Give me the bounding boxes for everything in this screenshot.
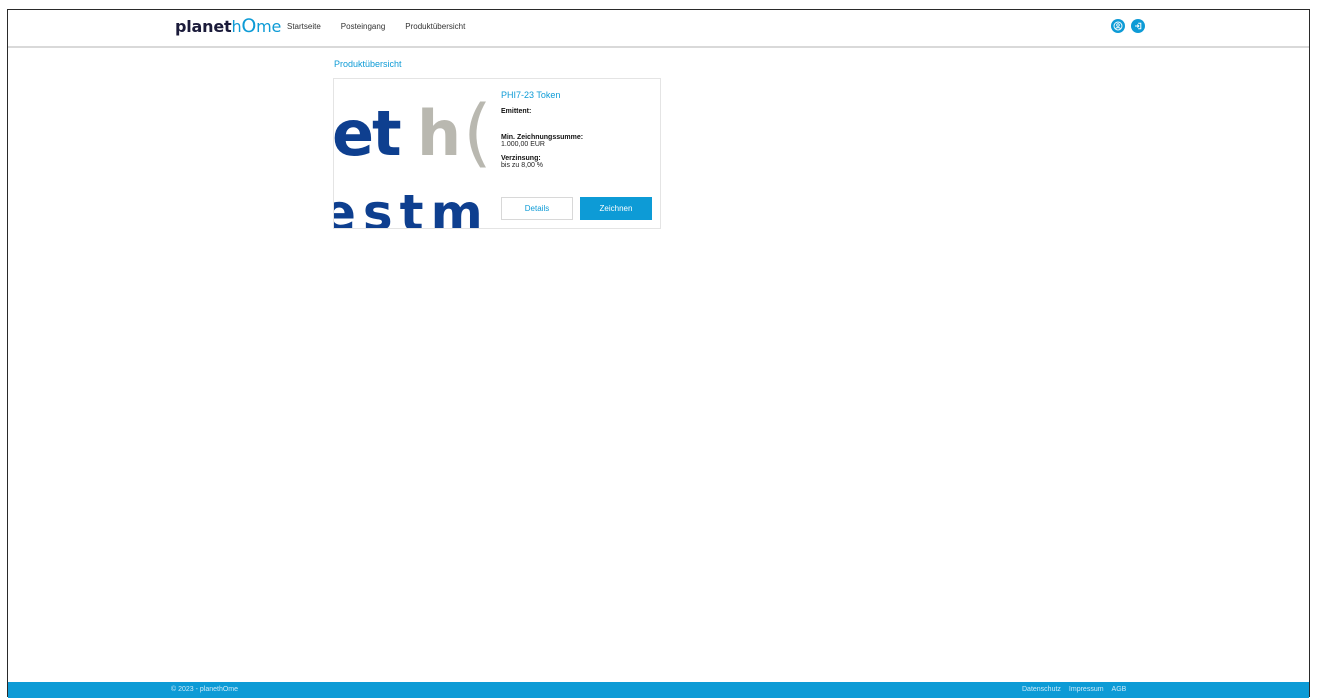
nav-posteingang[interactable]: Posteingang (341, 22, 385, 31)
interest-field: Verzinsung: bis zu 8,00 % (501, 155, 654, 169)
nav-produktuebersicht[interactable]: Produktübersicht (405, 22, 465, 31)
image-letter-h: h (417, 97, 461, 170)
brand-logo[interactable]: planethOme (175, 15, 282, 37)
app-window: planethOme Startseite Posteingang Produk… (7, 9, 1310, 698)
logo-text-me: me (256, 17, 282, 36)
logo-text-planet: planet (175, 17, 232, 36)
emittent-label: Emittent: (501, 108, 532, 115)
details-button[interactable]: Details (501, 197, 573, 220)
subscribe-button[interactable]: Zeichnen (580, 197, 652, 220)
user-icon[interactable] (1111, 19, 1125, 33)
footer-links: Datenschutz Impressum AGB (1022, 686, 1126, 693)
image-letter-e: e (334, 97, 374, 170)
footer-link-impressum[interactable]: Impressum (1069, 686, 1104, 693)
header-icons (1111, 19, 1145, 33)
product-image[interactable]: e t h ( estm (334, 79, 501, 229)
nav-startseite[interactable]: Startseite (287, 22, 321, 31)
image-word-estm: estm (334, 184, 490, 229)
footer-link-agb[interactable]: AGB (1112, 686, 1127, 693)
image-letter-t: t (372, 97, 402, 170)
logo-text-o: O (241, 15, 257, 37)
copyright-text: © 2023 - planethOme (171, 686, 239, 693)
interest-label: Verzinsung: (501, 155, 541, 162)
footer: © 2023 - planethOme Datenschutz Impressu… (8, 682, 1309, 698)
main-nav: Startseite Posteingang Produktübersicht (287, 22, 465, 31)
product-details: PHI7-23 Token Emittent: Min. Zeichnungss… (501, 79, 660, 228)
min-subscription-field: Min. Zeichnungssumme: 1.000,00 EUR (501, 134, 654, 148)
emittent-field: Emittent: (501, 108, 654, 115)
page-title: Produktübersicht (334, 59, 402, 69)
min-subscription-value: 1.000,00 EUR (501, 141, 545, 148)
logo-text-h: h (231, 17, 242, 36)
product-card: e t h ( estm PHI7-23 Token Emittent: Min… (333, 78, 661, 229)
footer-link-datenschutz[interactable]: Datenschutz (1022, 686, 1061, 693)
card-actions: Details Zeichnen (501, 197, 652, 220)
interest-value: bis zu 8,00 % (501, 162, 544, 169)
top-header: planethOme Startseite Posteingang Produk… (8, 10, 1309, 48)
min-subscription-label: Min. Zeichnungssumme: (501, 134, 584, 141)
product-name[interactable]: PHI7-23 Token (501, 90, 654, 100)
logout-icon[interactable] (1131, 19, 1145, 33)
image-letter-paren: ( (463, 90, 492, 176)
